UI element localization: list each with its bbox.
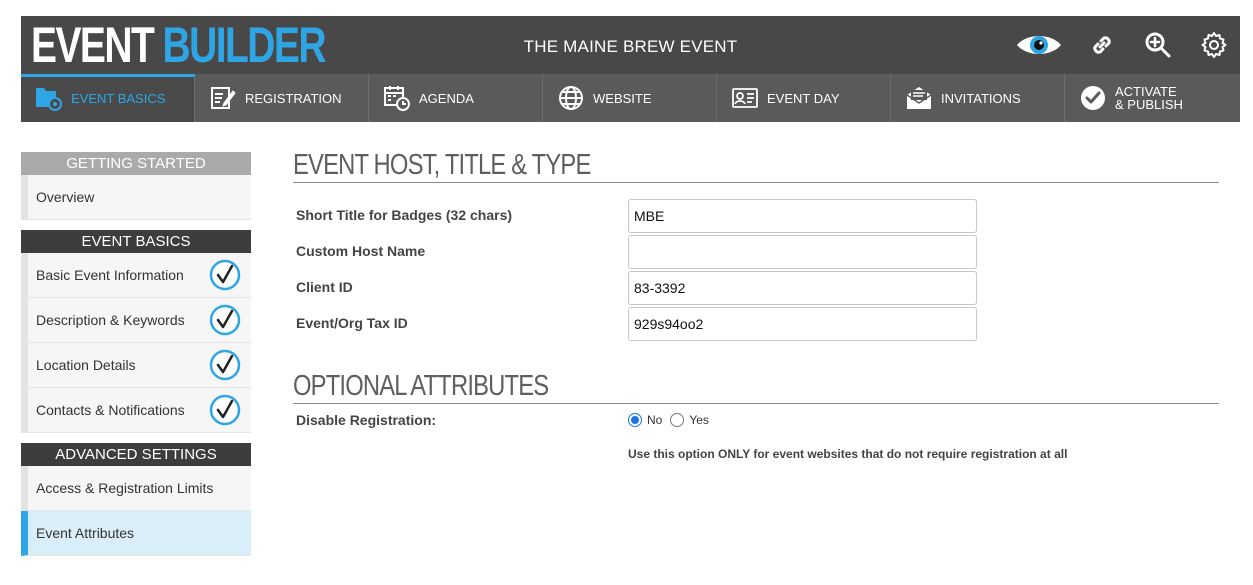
registration-icon [209,84,237,112]
sidebar-item-label: Description & Keywords [36,312,185,328]
section-title-host-title-type: EVENT HOST, TITLE & TYPE [293,149,591,181]
form-row-custom-host: Custom Host Name [293,233,1219,269]
sidebar-item-overview[interactable]: Overview [21,175,251,220]
sidebar-item-label: Overview [36,189,95,205]
nav-tab-activate-publish[interactable]: ACTIVATE & PUBLISH [1065,74,1240,122]
sidebar-item-label: Contacts & Notifications [36,402,185,418]
header-toolbar [1014,16,1240,74]
custom-host-input[interactable] [628,235,977,269]
sidebar-section-event-basics: EVENT BASICS [21,230,251,253]
agenda-icon [383,84,411,112]
main-content: EVENT HOST, TITLE & TYPE Short Title for… [293,148,1219,474]
nav-tab-event-basics[interactable]: EVENT BASICS [21,74,195,122]
check-circle-icon [209,259,241,291]
event-basics-icon [35,84,63,112]
envelope-icon [905,84,933,112]
section-title-optional-attributes: OPTIONAL ATTRIBUTES [293,370,549,402]
nav-tab-agenda[interactable]: AGENDA [369,74,543,122]
client-id-label: Client ID [296,279,353,295]
disable-registration-help: Use this option ONLY for event websites … [628,447,1068,461]
eye-icon[interactable] [1014,27,1064,63]
radio-no-label[interactable]: No [647,413,662,427]
nav-tab-registration[interactable]: REGISTRATION [195,74,369,122]
sidebar-item-label: Basic Event Information [36,267,184,283]
main-nav: EVENT BASICS REGISTRATION AGENDA WEBSITE… [21,74,1240,122]
radio-yes-label[interactable]: Yes [689,413,709,427]
sidebar-item-label: Access & Registration Limits [36,480,214,496]
sidebar-item-contacts-notifications[interactable]: Contacts & Notifications [21,388,251,433]
event-builder-app: EVENT BUILDER THE MAINE BREW EVENT EVENT… [21,16,1240,122]
custom-host-label: Custom Host Name [296,243,426,259]
short-title-label: Short Title for Badges (32 chars) [296,207,513,223]
sidebar: GETTING STARTED Overview EVENT BASICS Ba… [21,152,251,556]
client-id-input[interactable] [628,271,977,305]
sidebar-item-label: Event Attributes [36,525,135,541]
check-circle-icon [209,304,241,336]
sidebar-item-description-keywords[interactable]: Description & Keywords [21,298,251,343]
sidebar-item-event-attributes[interactable]: Event Attributes [21,511,251,556]
top-header: EVENT BUILDER THE MAINE BREW EVENT [21,16,1240,74]
sidebar-item-access-registration-limits[interactable]: Access & Registration Limits [21,466,251,511]
checkmark-icon [1079,84,1107,112]
short-title-input[interactable] [628,199,977,233]
link-icon[interactable] [1084,27,1120,63]
tax-id-label: Event/Org Tax ID [296,315,408,331]
sidebar-item-basic-event-information[interactable]: Basic Event Information [21,253,251,298]
sidebar-item-location-details[interactable]: Location Details [21,343,251,388]
check-circle-icon [209,394,241,426]
nav-tab-website[interactable]: WEBSITE [543,74,717,122]
disable-registration-options: No Yes [628,413,717,427]
zoom-in-icon[interactable] [1140,27,1176,63]
radio-no[interactable] [628,413,642,427]
tax-id-input[interactable] [628,307,977,341]
badge-icon [731,84,759,112]
form-row-short-title: Short Title for Badges (32 chars) [293,197,1219,233]
disable-registration-label: Disable Registration: [296,412,437,428]
check-circle-icon [209,349,241,381]
radio-yes[interactable] [670,413,685,427]
gear-icon[interactable] [1196,27,1232,63]
nav-tab-invitations[interactable]: INVITATIONS [891,74,1065,122]
globe-icon [557,84,585,112]
sidebar-section-getting-started: GETTING STARTED [21,152,251,175]
form-row-tax-id: Event/Org Tax ID [293,305,1219,341]
sidebar-item-label: Location Details [36,357,136,373]
form-row-client-id: Client ID [293,269,1219,305]
nav-tab-event-day[interactable]: EVENT DAY [717,74,891,122]
disable-registration-row: Disable Registration: No Yes Use this op… [293,404,1219,474]
sidebar-section-advanced-settings: ADVANCED SETTINGS [21,443,251,466]
